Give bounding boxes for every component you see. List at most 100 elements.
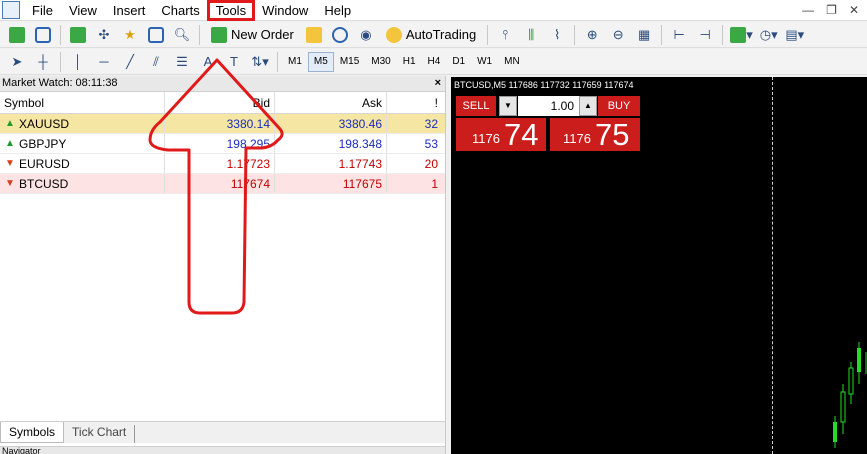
- close-icon[interactable]: ×: [435, 76, 441, 91]
- crosshair-icon: ✣: [98, 26, 110, 42]
- vertical-line-button[interactable]: │: [67, 51, 89, 73]
- periods-button[interactable]: ◷ ▾: [758, 24, 780, 46]
- navigator-button[interactable]: ★: [119, 24, 141, 46]
- separator: [722, 24, 724, 45]
- tab-symbols[interactable]: Symbols: [0, 422, 65, 443]
- equidistant-channel-button[interactable]: ⫽: [145, 51, 167, 73]
- sell-price-pips: 74: [504, 117, 539, 152]
- lot-increase-button[interactable]: ▲: [579, 96, 597, 116]
- table-row[interactable]: ▲ XAUUSD 3380.14 3380.46 32: [0, 114, 445, 134]
- table-row[interactable]: ▲ GBPJPY 198.295 198.348 53: [0, 134, 445, 154]
- column-header-ask[interactable]: Ask: [275, 92, 387, 113]
- period-separator-line: [772, 77, 773, 454]
- terminal-button[interactable]: [145, 24, 167, 46]
- line-chart-button[interactable]: ⌇: [546, 24, 568, 46]
- buy-price-button[interactable]: 1176 75: [550, 117, 640, 152]
- profiles-button[interactable]: [32, 24, 54, 46]
- column-header-symbol[interactable]: Symbol: [0, 92, 165, 113]
- timeframe-m1[interactable]: M1: [282, 52, 308, 72]
- close-icon[interactable]: ✕: [849, 3, 859, 17]
- column-header-bid[interactable]: Bid: [165, 92, 275, 113]
- metaeditor-button[interactable]: [303, 24, 325, 46]
- broadcast-icon: ◉: [360, 26, 372, 42]
- timeframe-h4[interactable]: H4: [422, 52, 447, 72]
- text-label-button[interactable]: T: [223, 51, 245, 73]
- sell-button[interactable]: SELL: [456, 96, 496, 116]
- menu-tools[interactable]: Tools: [206, 0, 256, 21]
- market-watch-toggle-button[interactable]: [67, 24, 89, 46]
- new-chart-button[interactable]: [6, 24, 28, 46]
- timeframe-mn[interactable]: MN: [498, 52, 526, 72]
- chevron-down-icon: ▾: [746, 26, 753, 42]
- radio-button[interactable]: ◉: [355, 24, 377, 46]
- lot-size-input[interactable]: 1.00: [518, 96, 580, 116]
- indicators-button[interactable]: ▾: [729, 24, 754, 46]
- horizontal-line-button[interactable]: ─: [93, 51, 115, 73]
- minimize-icon[interactable]: —: [802, 3, 814, 17]
- market-watch-tabs: Symbols Tick Chart: [0, 421, 445, 443]
- tab-tick-chart[interactable]: Tick Chart: [64, 425, 136, 443]
- fibonacci-button[interactable]: ☰: [171, 51, 193, 73]
- strategy-tester-button[interactable]: 🔍︎: [171, 24, 193, 46]
- menu-file[interactable]: File: [24, 1, 61, 20]
- tile-windows-button[interactable]: ▦: [633, 24, 655, 46]
- candlestick-icon: ⫼: [528, 26, 535, 42]
- arrows-icon: ⇅: [251, 53, 263, 69]
- data-window-button[interactable]: ✣: [93, 24, 115, 46]
- table-row[interactable]: ▼ EURUSD 1.17723 1.17743 20: [0, 154, 445, 174]
- signals-icon: [331, 26, 348, 43]
- restore-icon[interactable]: ❐: [826, 3, 837, 17]
- star-icon: ★: [124, 26, 136, 42]
- menu-window[interactable]: Window: [254, 1, 316, 20]
- timeframe-h1[interactable]: H1: [397, 52, 422, 72]
- cursor-button[interactable]: ➤: [6, 51, 28, 73]
- chevron-down-icon: ▾: [262, 53, 269, 69]
- vertical-line-icon: │: [73, 54, 83, 69]
- navigator-panel-header[interactable]: Navigator: [0, 446, 445, 454]
- templates-button[interactable]: ▤ ▾: [784, 24, 806, 46]
- chart-title: BTCUSD,M5 117686 117732 117659 117674: [454, 80, 634, 90]
- signals-button[interactable]: [329, 24, 351, 46]
- window-controls: — ❐ ✕: [802, 3, 867, 17]
- buy-button[interactable]: BUY: [598, 96, 640, 116]
- timeframe-d1[interactable]: D1: [446, 52, 471, 72]
- lot-decrease-button[interactable]: ▼: [499, 96, 517, 116]
- zoom-out-button[interactable]: ⊖: [607, 24, 629, 46]
- symbol-name: EURUSD: [19, 156, 70, 171]
- terminal-icon: [148, 26, 164, 43]
- menu-help[interactable]: Help: [316, 1, 359, 20]
- profiles-icon: [35, 26, 51, 43]
- menu-view[interactable]: View: [61, 1, 105, 20]
- bar-chart-button[interactable]: ⫯: [494, 24, 516, 46]
- chart-shift-button[interactable]: ⊣: [694, 24, 716, 46]
- timeframe-w1[interactable]: W1: [471, 52, 498, 72]
- autotrading-button[interactable]: AutoTrading: [381, 24, 481, 46]
- trendline-button[interactable]: ╱: [119, 51, 141, 73]
- column-header-spread[interactable]: !: [387, 92, 442, 113]
- text-label-icon: T: [230, 54, 238, 69]
- sell-price-button[interactable]: 1176 74: [456, 117, 546, 152]
- arrow-down-icon: ▼: [5, 157, 15, 169]
- new-order-button[interactable]: New Order: [206, 24, 299, 46]
- timeframe-m15[interactable]: M15: [334, 52, 365, 72]
- zoom-in-button[interactable]: ⊕: [581, 24, 603, 46]
- chart-window[interactable]: BTCUSD,M5 117686 117732 117659 117674 SE…: [451, 77, 867, 454]
- table-row[interactable]: ▼ BTCUSD 117674 117675 1: [0, 174, 445, 194]
- candlestick-button[interactable]: ⫼: [520, 24, 542, 46]
- menu-insert[interactable]: Insert: [105, 1, 154, 20]
- ask-price: 198.348: [275, 134, 387, 153]
- timeframe-m30[interactable]: M30: [365, 52, 396, 72]
- arrows-button[interactable]: ⇅ ▾: [249, 51, 271, 73]
- new-order-label: New Order: [231, 27, 294, 42]
- text-button[interactable]: A: [197, 51, 219, 73]
- line-studies-toolbar: ➤ ┼ │ ─ ╱ ⫽ ☰ A T ⇅ ▾ M1 M5 M15 M30 H1 H4…: [0, 49, 867, 75]
- sell-price-prefix: 1176: [472, 131, 500, 146]
- buy-price-pips: 75: [595, 117, 630, 152]
- chart-shift-icon: ⊣: [699, 26, 711, 42]
- channel-icon: ⫽: [153, 53, 159, 69]
- text-icon: A: [203, 54, 213, 69]
- auto-scroll-button[interactable]: ⊢: [668, 24, 690, 46]
- menu-charts[interactable]: Charts: [153, 1, 207, 20]
- crosshair-button[interactable]: ┼: [32, 51, 54, 73]
- timeframe-m5[interactable]: M5: [307, 51, 334, 72]
